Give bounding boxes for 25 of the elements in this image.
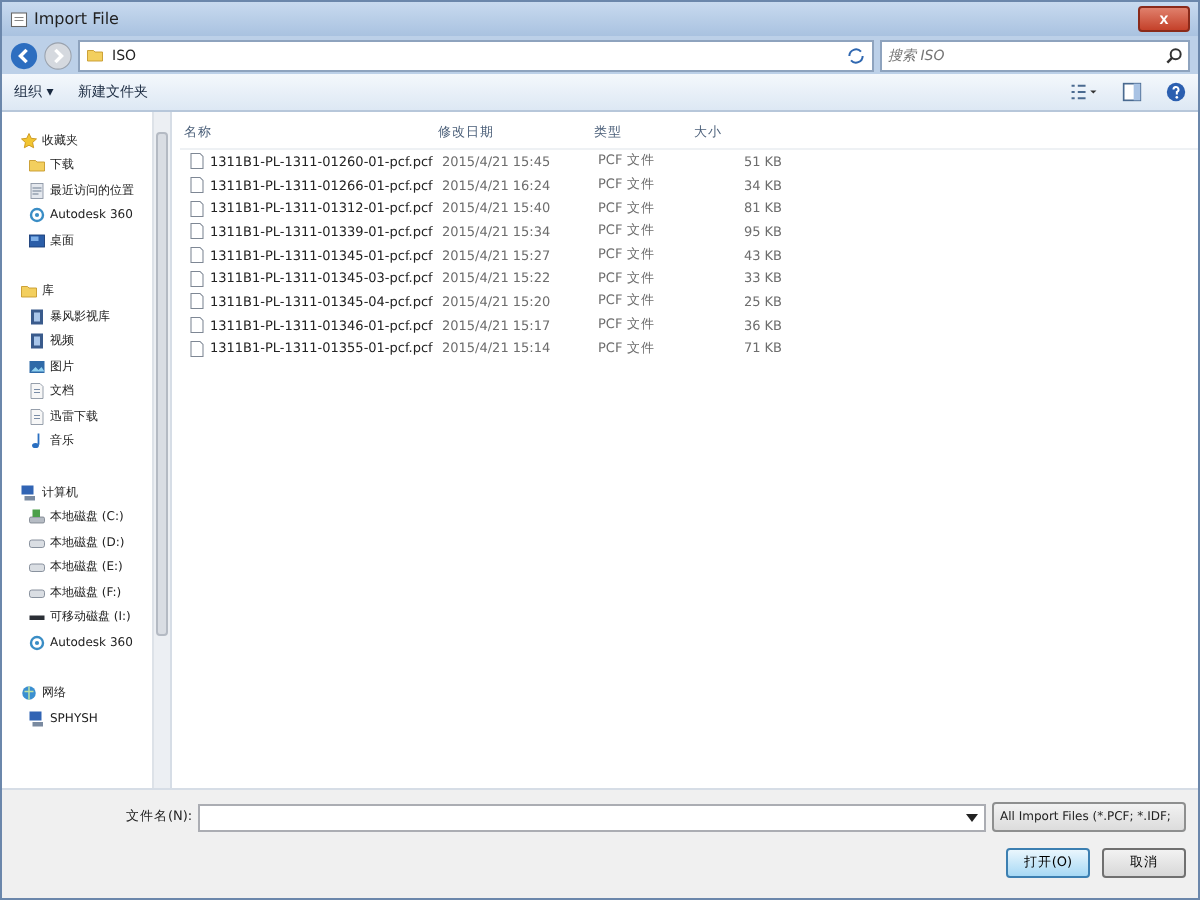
document-icon: [28, 407, 46, 426]
window-title: Import File: [34, 10, 119, 28]
desktop-icon: [28, 231, 46, 250]
window-icon: [10, 10, 28, 28]
help-icon[interactable]: [1166, 82, 1186, 102]
scroll-thumb[interactable]: [156, 132, 168, 636]
computer-icon: [28, 709, 46, 728]
search-icon: [1164, 45, 1184, 65]
scrollbar[interactable]: [152, 112, 170, 788]
star-icon: [20, 131, 38, 150]
close-button[interactable]: x: [1138, 6, 1190, 32]
folder-icon: [20, 282, 38, 301]
picture-icon: [28, 357, 46, 376]
caret-icon[interactable]: [966, 813, 978, 821]
document-icon: [28, 181, 46, 200]
document-icon: [28, 382, 46, 401]
preview-pane-icon[interactable]: [1122, 82, 1142, 102]
computer-icon: [20, 483, 38, 502]
globe-icon: [20, 684, 38, 703]
folder-icon: [28, 156, 46, 175]
back-button[interactable]: [10, 41, 38, 69]
folder-icon: [86, 46, 104, 64]
refresh-icon[interactable]: [846, 45, 866, 65]
view-options-icon[interactable]: [1070, 82, 1098, 102]
filename-field[interactable]: [198, 803, 986, 831]
